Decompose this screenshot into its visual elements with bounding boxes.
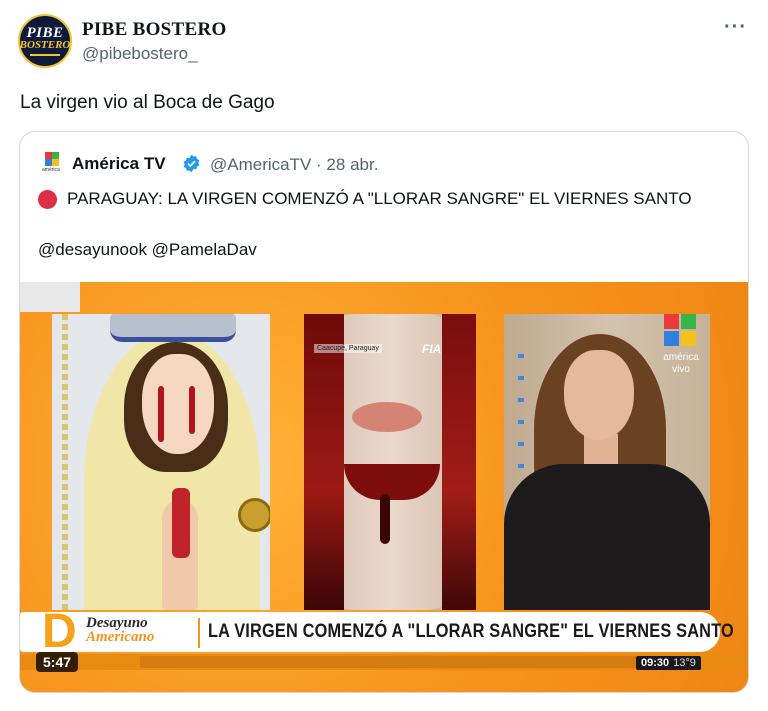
program-name-2: Americano: [86, 629, 155, 645]
clock-temperature: 13°9: [673, 657, 696, 669]
broadcast-clock: 09:30 13°9: [636, 656, 701, 670]
red-circle-icon: [38, 189, 57, 209]
tweet: PIBE BOSTERO PIBE BOSTERO @pibebostero_ …: [0, 0, 768, 711]
lower-third: D Desayuno Americano LA VIRGEN COMENZÓ A…: [20, 605, 748, 658]
statue-image: [52, 314, 270, 610]
america-vivo-label: américa vivo: [663, 352, 699, 375]
panel-location-label: Caacupé, Paraguay: [314, 344, 382, 353]
program-logo-letter: D: [42, 605, 77, 658]
video-corner: [20, 282, 80, 312]
quoted-tweet[interactable]: américa América TV @AmericaTV · 28 abr. …: [19, 131, 749, 693]
logo-caption: américa: [42, 167, 60, 173]
america-tv-logo-icon[interactable]: américa: [42, 152, 62, 173]
clock-time: 09:30: [641, 657, 670, 669]
lower-third-separator: [198, 618, 200, 648]
author-handle[interactable]: @pibebostero_: [82, 44, 198, 64]
tweet-text: La virgen vio al Boca de Gago: [20, 92, 275, 113]
verified-badge-icon: [183, 154, 200, 173]
avatar-underline: [30, 54, 60, 56]
avatar-text-top: PIBE: [26, 25, 64, 41]
avatar-text-bottom: BOSTERO: [19, 39, 71, 51]
video-duration: 5:47: [36, 652, 79, 672]
video-player[interactable]: Caacupé, Paraguay FIA américa vivo D Des…: [20, 282, 748, 692]
program-logo: Desayuno Americano: [86, 616, 155, 645]
avatar[interactable]: PIBE BOSTERO: [18, 14, 72, 68]
quoted-text: PARAGUAY: LA VIRGEN COMENZÓ A "LLORAR SA…: [38, 189, 692, 209]
quoted-text-content: PARAGUAY: LA VIRGEN COMENZÓ A "LLORAR SA…: [67, 189, 692, 208]
quoted-handle-date[interactable]: @AmericaTV · 28 abr.: [210, 155, 378, 175]
america-logo-icon: [664, 314, 698, 348]
ticker-text-area: [140, 656, 640, 668]
statue-closeup-image: Caacupé, Paraguay FIA: [304, 314, 476, 610]
ellipsis-icon[interactable]: ···: [724, 16, 747, 39]
quoted-mentions[interactable]: @desayunook @PamelaDav: [38, 240, 257, 260]
presenter-image: américa vivo: [504, 314, 710, 610]
panel-brand-label: FIA: [422, 342, 442, 356]
author-display-name[interactable]: PIBE BOSTERO: [82, 19, 227, 41]
video-headline: LA VIRGEN COMENZÓ A "LLORAR SANGRE" EL V…: [208, 621, 734, 642]
quoted-author-name[interactable]: América TV: [72, 154, 166, 174]
